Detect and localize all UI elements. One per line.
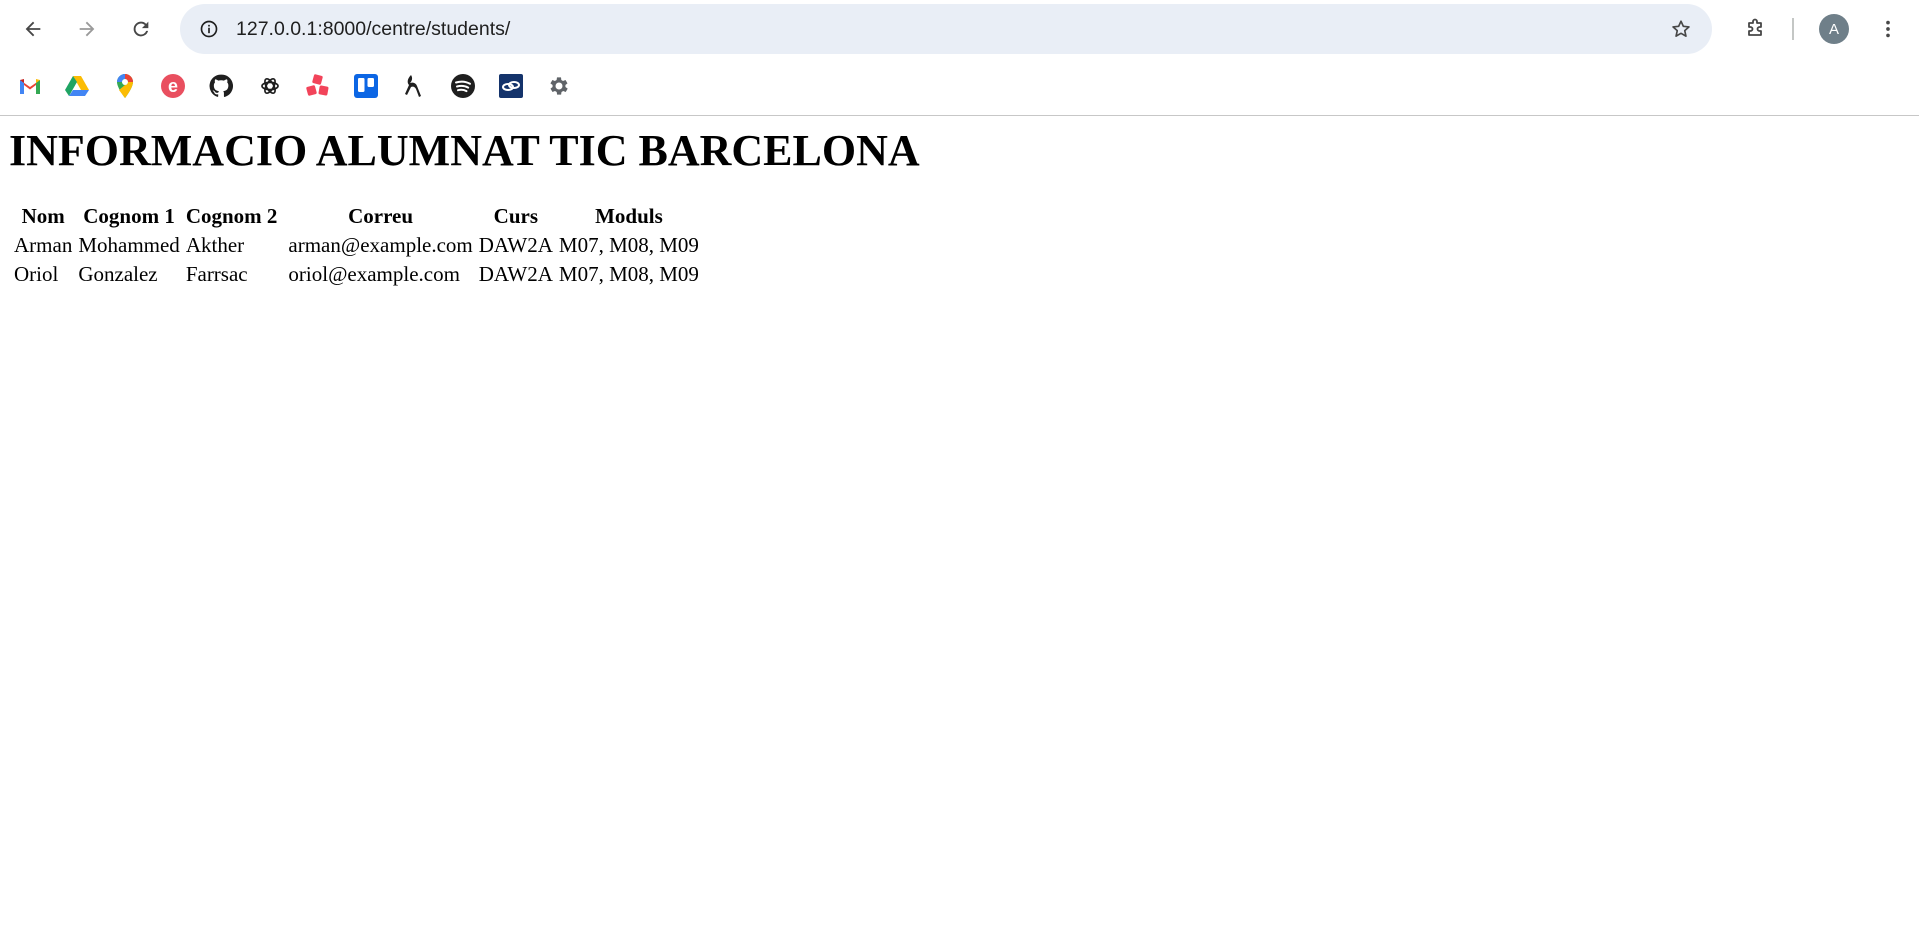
bookmark-openai[interactable]: [256, 72, 284, 100]
cell-cognom-2: Akther: [185, 233, 245, 257]
profile-avatar[interactable]: A: [1819, 14, 1849, 44]
column-header-curs: Curs: [493, 204, 538, 228]
back-button[interactable]: [13, 9, 53, 49]
asana-icon: [306, 74, 329, 96]
column-header-moduls: Moduls: [595, 204, 663, 228]
cell-nom: Oriol: [14, 262, 59, 286]
table-row: Arman Mohammed Akther arman@example.com …: [13, 231, 700, 260]
students-table: Nom Cognom 1 Cognom 2 Correu Curs Moduls…: [9, 202, 704, 289]
forward-button[interactable]: [67, 9, 107, 49]
cell-cognom-2: Farrsac: [185, 262, 248, 286]
cell-nom: Arman: [14, 233, 73, 257]
puzzle-piece-icon: [1748, 18, 1762, 36]
settings-gear-icon: [550, 77, 568, 95]
bookmark-settings[interactable]: [545, 72, 573, 100]
reload-icon: [133, 21, 149, 37]
spotify-icon: [451, 74, 475, 98]
browser-menu-button[interactable]: [1868, 9, 1908, 49]
bookmark-maps[interactable]: [111, 72, 139, 100]
info-icon: [200, 20, 218, 38]
link-app-icon: [499, 74, 523, 98]
column-header-cognom-2: Cognom 2: [185, 204, 278, 228]
reload-button[interactable]: [121, 9, 161, 49]
address-bar[interactable]: 127.0.0.1:8000/centre/students/: [180, 4, 1712, 54]
browser-toolbar: 127.0.0.1:8000/centre/students/ A: [0, 0, 1919, 58]
back-arrow-icon: [25, 21, 41, 37]
table-header-row: Nom Cognom 1 Cognom 2 Correu Curs Moduls: [13, 202, 700, 231]
table-row: Oriol Gonzalez Farrsac oriol@example.com…: [13, 260, 700, 289]
page-title: INFORMACIO ALUMNAT TIC BARCELONA: [9, 126, 920, 175]
openai-icon: [261, 77, 279, 95]
bookmark-star-button[interactable]: [1664, 12, 1698, 46]
svg-text:e: e: [168, 76, 178, 96]
cell-moduls: M07, M08, M09: [558, 233, 699, 257]
trello-icon: [354, 74, 378, 98]
cell-moduls: M07, M08, M09: [558, 262, 699, 286]
e-icon: e: [161, 74, 185, 98]
bookmarks-bar: e: [0, 58, 1919, 115]
url-text[interactable]: 127.0.0.1:8000/centre/students/: [236, 4, 510, 54]
page-content: INFORMACIO ALUMNAT TIC BARCELONA Nom Cog…: [0, 126, 1919, 289]
bookmark-gmail[interactable]: [16, 72, 44, 100]
cell-cognom-1: Mohammed: [78, 233, 180, 257]
extensions-button[interactable]: [1735, 9, 1775, 49]
bookmark-app-icon: [405, 75, 421, 97]
column-header-nom: Nom: [21, 204, 65, 228]
cell-cognom-1: Gonzalez: [78, 262, 158, 286]
google-drive-icon: [65, 76, 89, 96]
bookmark-drive[interactable]: [63, 72, 91, 100]
cell-correu: arman@example.com: [288, 233, 473, 257]
cell-curs: DAW2A: [478, 233, 553, 257]
bookmark-e[interactable]: e: [159, 72, 187, 100]
bookmark-trello[interactable]: [352, 72, 380, 100]
bookmark-github[interactable]: [207, 72, 235, 100]
bookmark-asana[interactable]: [304, 72, 332, 100]
google-maps-icon: [117, 74, 133, 98]
cell-correu: oriol@example.com: [288, 262, 460, 286]
gmail-icon: [20, 79, 40, 94]
cell-curs: DAW2A: [478, 262, 553, 286]
column-header-correu: Correu: [348, 204, 414, 228]
bookmark-link-app[interactable]: [497, 72, 525, 100]
star-icon: [1672, 20, 1690, 37]
bookmark-app[interactable]: [400, 72, 428, 100]
column-header-cognom-1: Cognom 1: [83, 204, 175, 228]
forward-arrow-icon: [79, 21, 95, 37]
github-icon: [209, 74, 234, 97]
site-info-button[interactable]: [192, 12, 226, 46]
browser-chrome: 127.0.0.1:8000/centre/students/ A e: [0, 0, 1919, 116]
bookmark-spotify[interactable]: [449, 72, 477, 100]
toolbar-separator: [1792, 18, 1794, 40]
three-dots-vertical-icon: [1886, 20, 1890, 38]
